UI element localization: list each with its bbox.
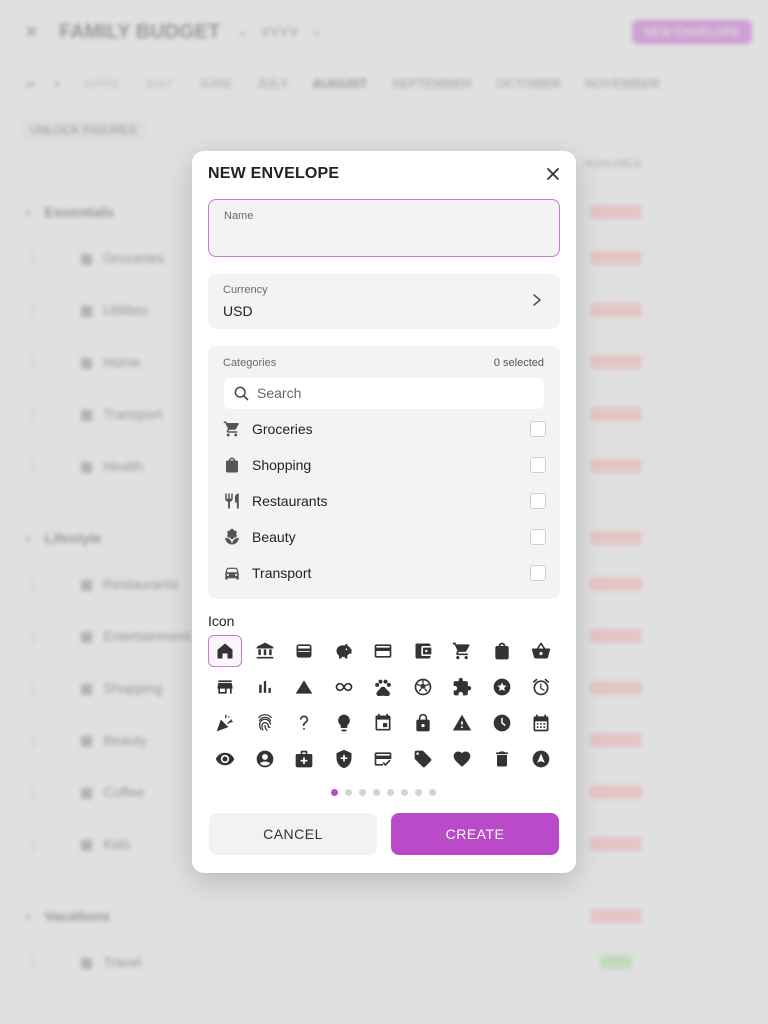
cart-icon[interactable] [445,635,479,667]
shopping-bag-icon[interactable] [485,635,519,667]
category-checkbox[interactable] [530,421,546,437]
page-dot[interactable] [331,789,338,796]
car-icon [222,563,242,583]
eye-icon[interactable] [208,743,242,775]
lightbulb-icon[interactable] [327,707,361,739]
categories-label: Categories [223,357,277,369]
basket-icon[interactable] [524,635,558,667]
credit-card-icon[interactable] [366,635,400,667]
chevron-right-icon [533,294,541,306]
fingerprint-icon[interactable] [248,707,282,739]
navigation-circle-icon[interactable] [524,743,558,775]
paw-icon[interactable] [366,671,400,703]
close-button[interactable] [542,163,564,185]
card-check-icon[interactable] [366,743,400,775]
shopping-bag-icon [222,455,242,475]
category-item-restaurants[interactable]: Restaurants [222,486,546,516]
name-field[interactable]: Name [208,199,560,257]
categories-panel: Categories 0 selected Groceries Shopping… [208,346,560,599]
calendar-month-icon[interactable] [524,707,558,739]
page-dot[interactable] [373,789,380,796]
soccer-ball-icon[interactable] [406,671,440,703]
page-dot[interactable] [359,789,366,796]
bar-chart-icon[interactable] [248,671,282,703]
medical-bag-icon[interactable] [287,743,321,775]
heart-icon[interactable] [445,743,479,775]
category-item-beauty[interactable]: Beauty [222,522,546,552]
category-search-input[interactable] [257,385,527,401]
currency-value: USD [223,303,253,319]
create-button[interactable]: CREATE [391,813,559,855]
category-checkbox[interactable] [530,565,546,581]
category-label: Beauty [252,529,296,545]
page-dot[interactable] [429,789,436,796]
puzzle-icon[interactable] [445,671,479,703]
category-label: Groceries [252,421,313,437]
category-checkbox[interactable] [530,529,546,545]
currency-select[interactable]: Currency USD [208,274,560,329]
close-icon [547,168,559,180]
category-label: Restaurants [252,493,328,509]
new-envelope-dialog: NEW ENVELOPE Name Currency USD Categorie… [192,151,576,873]
category-item-shopping[interactable]: Shopping [222,450,546,480]
shield-plus-icon[interactable] [327,743,361,775]
categories-selected-count: 0 selected [493,357,544,369]
category-item-groceries[interactable]: Groceries [222,414,546,444]
icon-label: Icon [208,613,235,629]
account-circle-icon[interactable] [248,743,282,775]
triangle-icon[interactable] [287,671,321,703]
calendar-event-icon[interactable] [366,707,400,739]
store-icon[interactable] [208,671,242,703]
page-dot[interactable] [415,789,422,796]
name-label: Name [224,210,254,222]
alarm-icon[interactable] [524,671,558,703]
account-balance-wallet-icon[interactable] [406,635,440,667]
page-dot[interactable] [345,789,352,796]
lock-icon[interactable] [406,707,440,739]
page-dot[interactable] [387,789,394,796]
spa-icon [222,527,242,547]
cancel-button[interactable]: CANCEL [209,813,377,855]
infinity-icon[interactable] [327,671,361,703]
page-dot[interactable] [401,789,408,796]
piggy-bank-icon[interactable] [327,635,361,667]
fork-knife-icon [222,491,242,511]
bank-icon[interactable] [248,635,282,667]
star-circle-icon[interactable] [485,671,519,703]
celebration-icon[interactable] [208,707,242,739]
question-mark-icon[interactable] [287,707,321,739]
category-checkbox[interactable] [530,493,546,509]
clock-icon[interactable] [485,707,519,739]
wallet-icon[interactable] [287,635,321,667]
category-search[interactable] [224,378,544,409]
category-label: Transport [252,565,312,581]
cart-icon [222,419,242,439]
category-checkbox[interactable] [530,457,546,473]
home-icon[interactable] [208,635,242,667]
category-item-transport[interactable]: Transport [222,558,546,588]
name-input[interactable] [223,228,543,244]
dialog-title: NEW ENVELOPE [208,165,340,182]
currency-label: Currency [223,284,268,296]
warning-icon[interactable] [445,707,479,739]
trash-icon[interactable] [485,743,519,775]
category-label: Shopping [252,457,312,473]
tag-icon[interactable] [406,743,440,775]
search-icon [234,386,249,401]
